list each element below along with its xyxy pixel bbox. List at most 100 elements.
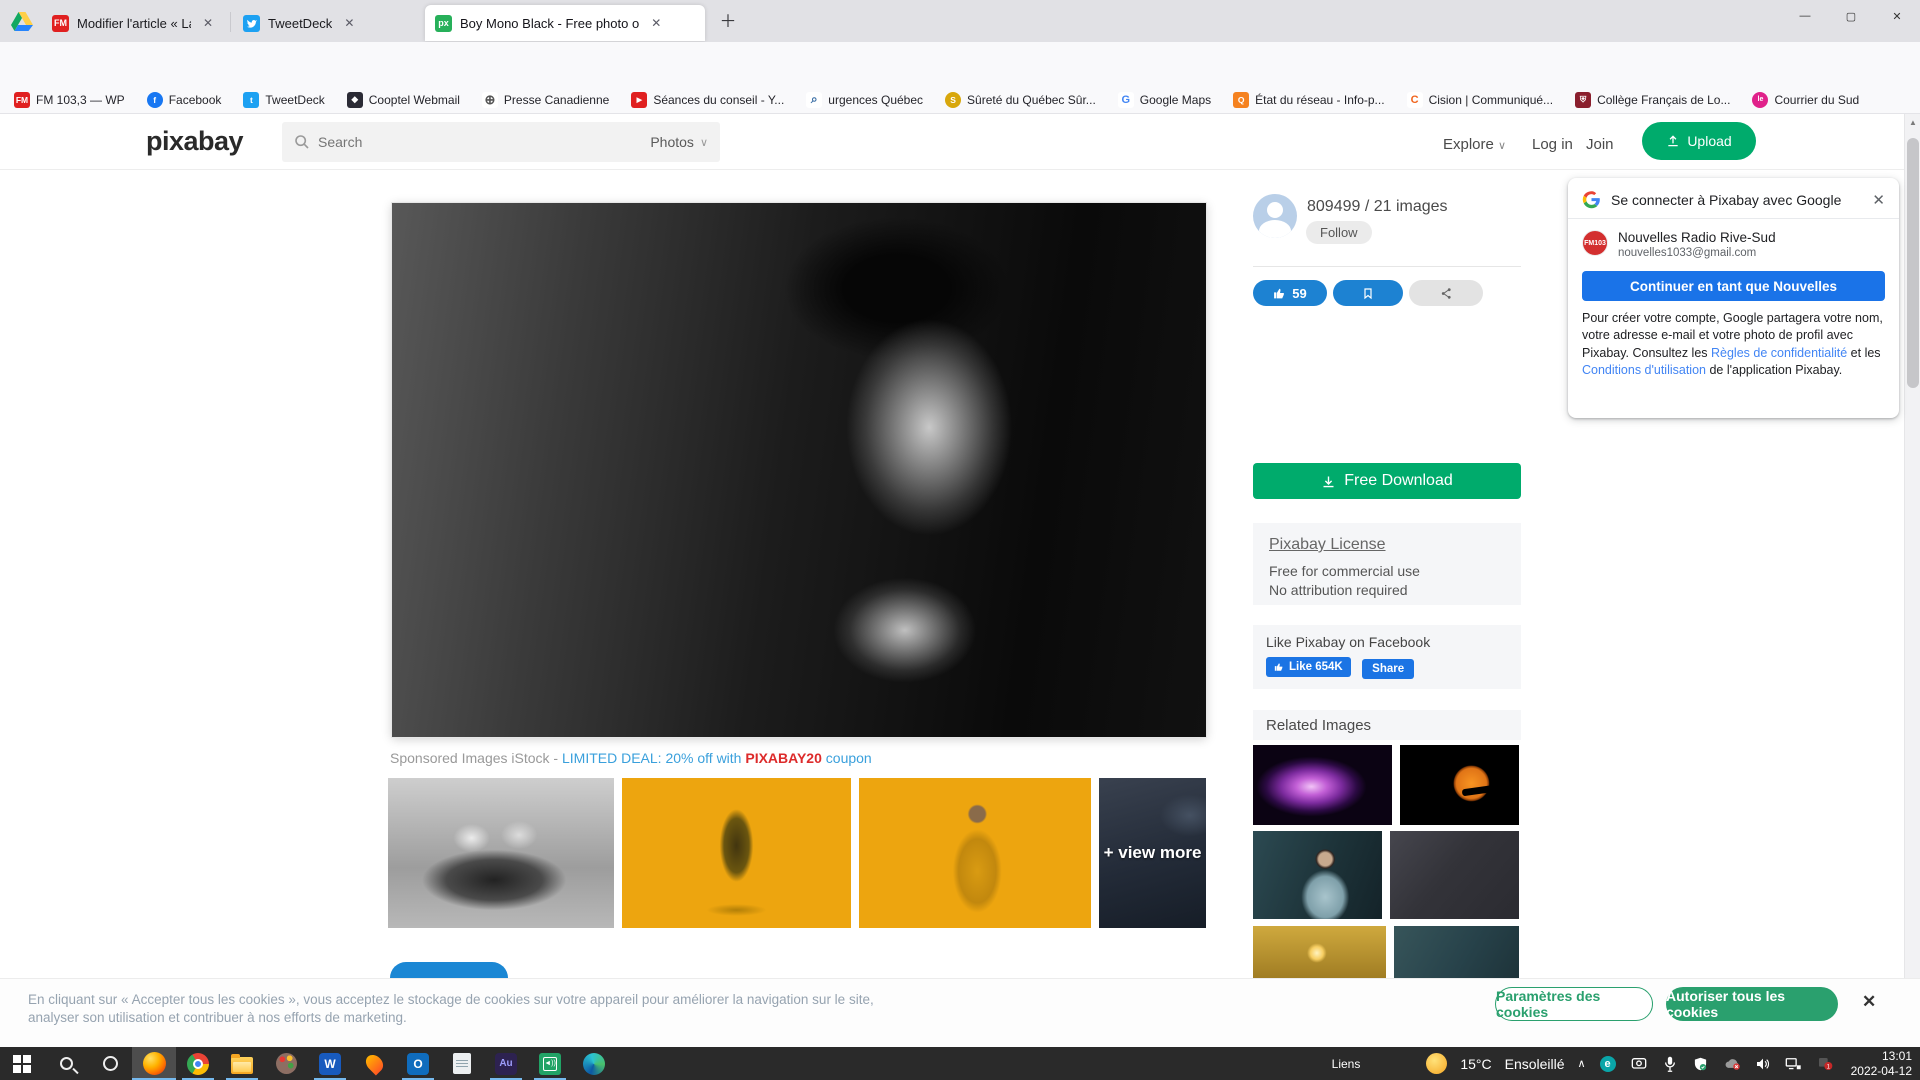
close-button[interactable]: ✕ (1874, 0, 1920, 32)
google-drive-icon[interactable] (10, 9, 34, 33)
taskbar-flame-app[interactable] (352, 1047, 396, 1080)
main-photo-boy-mono[interactable] (392, 203, 1206, 737)
related-thumb-toddler[interactable] (1253, 831, 1382, 919)
bookmark-item[interactable]: ⌕urgences Québec (806, 92, 923, 108)
defender-tray-icon[interactable] (1692, 1055, 1710, 1073)
bookmark-item[interactable]: FMFM 103,3 — WP (14, 92, 125, 108)
tab-close-icon[interactable]: ✕ (647, 14, 665, 32)
share-button[interactable] (1409, 280, 1483, 306)
continue-as-button[interactable]: Continuer en tant que Nouvelles (1582, 271, 1885, 301)
taskbar-chrome[interactable] (176, 1047, 220, 1080)
tray-expand-icon[interactable]: ∧ (1578, 1057, 1586, 1070)
onedrive-error-tray-icon[interactable] (1723, 1055, 1741, 1073)
taskbar-firefox[interactable] (132, 1047, 176, 1080)
privacy-policy-link[interactable]: Règles de confidentialité (1711, 346, 1847, 360)
tab-wordpress[interactable]: FM Modifier l'article « La Montérég ✕ (42, 5, 227, 41)
volume-tray-icon[interactable] (1754, 1055, 1772, 1073)
cookie-accept-button[interactable]: Autoriser tous les cookies (1666, 987, 1838, 1021)
bookmarks-bar: FMFM 103,3 — WP fFacebook tTweetDeck ◆Co… (0, 86, 1920, 114)
taskbar-paint-app[interactable] (264, 1047, 308, 1080)
join-link[interactable]: Join (1586, 136, 1614, 153)
terms-link[interactable]: Conditions d'utilisation (1582, 363, 1706, 377)
bookmark-item[interactable]: leCourrier du Sud (1752, 92, 1859, 108)
fb-share-button[interactable]: Share (1362, 659, 1414, 679)
search-box[interactable]: Photos ∨ (282, 122, 720, 162)
bookmark-item[interactable]: ⊕Presse Canadienne (482, 92, 609, 108)
bookmark-item[interactable]: CCision | Communiqué... (1407, 92, 1554, 108)
bookmark-item[interactable]: fFacebook (147, 92, 222, 108)
cortana-button[interactable] (88, 1047, 132, 1080)
related-thumb-chalkboard[interactable] (1390, 831, 1519, 919)
minimize-button[interactable]: — (1782, 0, 1828, 32)
tab-pixabay-active[interactable]: px Boy Mono Black - Free photo o ✕ (425, 5, 705, 41)
account-avatar: FM103 (1582, 230, 1608, 256)
update-badge-tray-icon[interactable]: 1 (1816, 1055, 1834, 1073)
eset-tray-icon[interactable]: e (1599, 1055, 1617, 1073)
scroll-up-icon[interactable]: ▲ (1905, 118, 1920, 127)
taskbar-edge[interactable] (572, 1047, 616, 1080)
maximize-button[interactable]: ▢ (1828, 0, 1874, 32)
bookmark-favicon: le (1752, 92, 1768, 108)
browser-tab-bar: FM Modifier l'article « La Montérég ✕ Tw… (0, 0, 1920, 42)
fb-like-button[interactable]: Like 654K (1266, 657, 1351, 677)
bookmark-item[interactable]: tTweetDeck (243, 92, 324, 108)
bookmark-item[interactable]: ◆Cooptel Webmail (347, 92, 460, 108)
weather-condition[interactable]: Ensoleillé (1505, 1056, 1565, 1072)
links-toolbar-label[interactable]: Liens (1332, 1057, 1361, 1071)
sponsored-thumb-jumping-boy[interactable] (622, 778, 851, 928)
related-thumb-moon-cat[interactable] (1400, 745, 1519, 825)
taskbar-recorder-app[interactable]: ◄)) (528, 1047, 572, 1080)
cookie-close-icon[interactable]: ✕ (1862, 992, 1876, 1012)
tab-close-icon[interactable]: ✕ (199, 14, 217, 32)
weather-sun-icon[interactable] (1426, 1053, 1447, 1074)
taskbar-notepad[interactable] (440, 1047, 484, 1080)
sponsored-caption[interactable]: Sponsored Images iStock - LIMITED DEAL: … (390, 750, 872, 766)
screen-cast-tray-icon[interactable] (1630, 1055, 1648, 1073)
bookmark-item[interactable]: ⛨Collège Français de Lo... (1575, 92, 1730, 108)
microphone-tray-icon[interactable] (1661, 1055, 1679, 1073)
media-type-select[interactable]: Photos ∨ (650, 134, 708, 150)
bookmark-item[interactable]: GGoogle Maps (1118, 92, 1211, 108)
weather-temperature[interactable]: 15°C (1460, 1056, 1491, 1072)
bookmark-item[interactable]: QÉtat du réseau - Info-p... (1233, 92, 1384, 108)
tab-tweetdeck[interactable]: TweetDeck ✕ (233, 5, 415, 41)
google-account-row[interactable]: FM103 Nouvelles Radio Rive-Sud nouvelles… (1568, 219, 1899, 267)
pixabay-logo[interactable]: pixabay (146, 126, 243, 157)
taskbar-search-button[interactable] (44, 1047, 88, 1080)
tab-close-icon[interactable]: ✕ (340, 14, 358, 32)
bookmark-button[interactable] (1333, 280, 1403, 306)
sponsored-view-more[interactable]: + view more (1099, 778, 1206, 928)
bookmark-item[interactable]: ▶Séances du conseil - Y... (631, 92, 784, 108)
sponsored-thumb-pointing-boy[interactable] (859, 778, 1091, 928)
taskbar-file-explorer[interactable] (220, 1047, 264, 1080)
related-thumb-teal-texture[interactable] (1394, 926, 1519, 986)
login-link[interactable]: Log in (1532, 136, 1573, 153)
popup-close-icon[interactable]: ✕ (1872, 191, 1885, 209)
follow-button[interactable]: Follow (1306, 221, 1372, 244)
upload-button[interactable]: Upload (1642, 122, 1756, 160)
pixabay-license-link[interactable]: Pixabay License (1269, 536, 1505, 554)
notepad-icon (453, 1053, 471, 1074)
sponsored-thumb-car[interactable] (388, 778, 614, 928)
taskbar-audition[interactable]: Au (484, 1047, 528, 1080)
bookmark-item[interactable]: SSûreté du Québec Sûr... (945, 92, 1096, 108)
related-thumb-golden-light[interactable] (1253, 926, 1386, 986)
new-tab-button[interactable]: ＋ (715, 9, 741, 35)
related-thumb-nebula[interactable] (1253, 745, 1392, 825)
taskbar-clock[interactable]: 13:01 2022-04-12 (1847, 1049, 1912, 1079)
free-download-button[interactable]: Free Download (1253, 463, 1521, 499)
start-button[interactable] (0, 1047, 44, 1080)
network-tray-icon[interactable] (1785, 1055, 1803, 1073)
page-scrollbar[interactable]: ▲ ▼ (1904, 114, 1920, 1047)
cookie-settings-button[interactable]: Paramètres des cookies (1495, 987, 1653, 1021)
taskbar-outlook[interactable]: O (396, 1047, 440, 1080)
taskbar-word[interactable]: W (308, 1047, 352, 1080)
uploader-avatar[interactable] (1253, 194, 1297, 238)
scrollbar-thumb[interactable] (1907, 138, 1919, 388)
explore-menu[interactable]: Explore ∨ (1443, 136, 1506, 153)
like-button[interactable]: 59 (1253, 280, 1327, 306)
bookmark-favicon: S (945, 92, 961, 108)
outlook-icon: O (407, 1053, 429, 1075)
search-input[interactable] (318, 134, 642, 150)
bookmark-favicon: t (243, 92, 259, 108)
